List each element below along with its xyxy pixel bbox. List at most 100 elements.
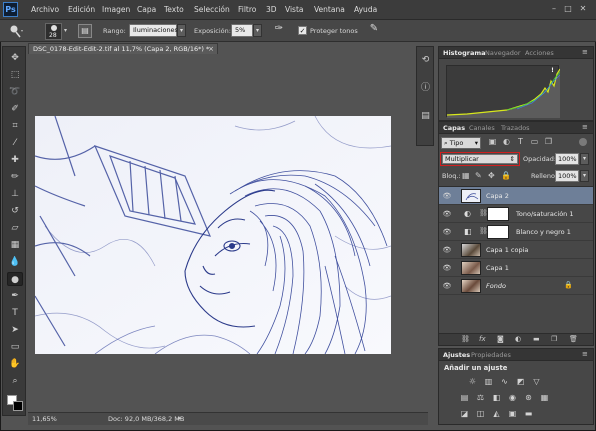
layer-name[interactable]: Capa 2: [486, 192, 509, 200]
blur-tool-icon[interactable]: 💧: [7, 255, 23, 269]
minimize-button[interactable]: –: [549, 4, 559, 14]
exposure-slider-arrow-icon[interactable]: ▾: [253, 24, 262, 37]
menu-edicion[interactable]: Edición: [68, 5, 95, 14]
filter-type-icon[interactable]: T: [515, 137, 526, 148]
new-layer-icon[interactable]: ❐: [551, 335, 557, 343]
menu-vista[interactable]: Vista: [285, 5, 304, 14]
marquee-tool-icon[interactable]: ⬚: [7, 68, 23, 82]
quick-selection-tool-icon[interactable]: ✐: [7, 102, 23, 116]
airbrush-icon[interactable]: ✑: [272, 23, 286, 37]
hand-tool-icon[interactable]: ✋: [7, 357, 23, 371]
fill-input[interactable]: 100%: [555, 170, 579, 182]
opacity-arrow-icon[interactable]: ▾: [580, 153, 589, 165]
menu-capa[interactable]: Capa: [137, 5, 156, 14]
visibility-eye-icon[interactable]: 👁: [442, 209, 452, 219]
fill-arrow-icon[interactable]: ▾: [580, 170, 589, 182]
blend-mode-select[interactable]: Multiplicar ⇕: [442, 154, 518, 164]
menu-imagen[interactable]: Imagen: [102, 5, 130, 14]
type-tool-icon[interactable]: T: [7, 306, 23, 320]
tab-propiedades[interactable]: Propiedades: [471, 351, 511, 359]
new-group-folder-icon[interactable]: ▬: [533, 335, 540, 343]
curves-icon[interactable]: ∿: [499, 377, 510, 387]
close-document-icon[interactable]: ×: [208, 44, 214, 54]
layer-name[interactable]: Capa 1: [486, 264, 509, 272]
layer-name[interactable]: Capa 1 copia: [486, 246, 528, 254]
filter-toggle-icon[interactable]: [579, 138, 587, 146]
opacity-input[interactable]: 100%: [555, 153, 579, 165]
eraser-tool-icon[interactable]: ▱: [7, 221, 23, 235]
menu-filtro[interactable]: Filtro: [238, 5, 256, 14]
clone-stamp-tool-icon[interactable]: ⊥: [7, 187, 23, 201]
histogram-panel-menu-icon[interactable]: ≡: [582, 48, 588, 56]
color-lookup-icon[interactable]: ▦: [539, 393, 550, 403]
info-panel-icon[interactable]: ⓘ: [420, 83, 431, 94]
tab-trazados[interactable]: Trazados: [501, 124, 530, 132]
brush-panel-toggle-icon[interactable]: ▤: [78, 24, 92, 38]
layer-row-blanco-y-negro-1[interactable]: 👁 ◧ ⛓ Blanco y negro 1: [439, 223, 593, 241]
layer-row-capa-1[interactable]: 👁 Capa 1: [439, 259, 593, 277]
history-brush-tool-icon[interactable]: ↺: [7, 204, 23, 218]
menu-texto[interactable]: Texto: [164, 5, 184, 14]
protect-tones-checkbox[interactable]: ✓: [298, 26, 307, 35]
brush-size-picker[interactable]: 28: [45, 23, 62, 40]
link-layers-icon[interactable]: ⛓: [461, 335, 470, 343]
levels-icon[interactable]: ▥: [483, 377, 494, 387]
layer-mask-thumbnail[interactable]: [487, 207, 509, 221]
visibility-eye-icon[interactable]: 👁: [442, 227, 452, 237]
layer-filter-select[interactable]: ⌕ Tipo ▾: [441, 137, 481, 149]
tab-canales[interactable]: Canales: [469, 124, 495, 132]
menu-ayuda[interactable]: Ayuda: [354, 5, 377, 14]
visibility-eye-icon[interactable]: 👁: [442, 263, 452, 273]
layer-row-tono-saturacion-1[interactable]: 👁 ◐ ⛓ Tono/saturación 1: [439, 205, 593, 223]
lock-position-icon[interactable]: ✥: [488, 171, 495, 180]
tab-capas[interactable]: Capas: [443, 124, 465, 132]
lock-all-icon[interactable]: 🔒: [501, 171, 511, 180]
range-select-arrow-icon[interactable]: ▾: [177, 24, 186, 37]
pressure-size-icon[interactable]: ✎: [367, 23, 381, 37]
menu-seleccion[interactable]: Selección: [194, 5, 230, 14]
gradient-tool-icon[interactable]: ▦: [7, 238, 23, 252]
tab-histograma[interactable]: Histograma: [443, 49, 486, 57]
posterize-icon[interactable]: ◫: [475, 409, 486, 419]
vibrance-icon[interactable]: ▽: [531, 377, 542, 387]
add-mask-icon[interactable]: ◙: [497, 335, 504, 343]
layer-name[interactable]: Tono/saturación 1: [516, 210, 574, 218]
status-menu-arrow-icon[interactable]: ▸: [178, 414, 182, 422]
threshold-icon[interactable]: ◭: [491, 409, 502, 419]
tab-ajustes[interactable]: Ajustes: [443, 351, 470, 359]
path-selection-tool-icon[interactable]: ➤: [7, 323, 23, 337]
rectangle-tool-icon[interactable]: ▭: [7, 340, 23, 354]
brightness-contrast-icon[interactable]: ☼: [467, 377, 478, 387]
eyedropper-tool-icon[interactable]: ⁄: [7, 136, 23, 150]
menu-archivo[interactable]: Archivo: [31, 5, 59, 14]
filter-shape-icon[interactable]: ▭: [529, 137, 540, 148]
background-color-swatch[interactable]: [13, 401, 23, 411]
filter-pixel-icon[interactable]: ▣: [487, 137, 498, 148]
filter-adjustment-icon[interactable]: ◐: [501, 137, 512, 148]
close-window-button[interactable]: ✕: [578, 4, 588, 14]
layer-mask-thumbnail[interactable]: [487, 225, 509, 239]
color-balance-icon[interactable]: ⚖: [475, 393, 486, 403]
layer-row-capa-2[interactable]: 👁 Capa 2: [439, 187, 593, 205]
lock-image-icon[interactable]: ✎: [475, 171, 482, 180]
lock-transparent-icon[interactable]: ▦: [462, 171, 470, 180]
channel-mixer-icon[interactable]: ⊛: [523, 393, 534, 403]
invert-icon[interactable]: ◪: [459, 409, 470, 419]
hue-saturation-icon[interactable]: ▤: [459, 393, 470, 403]
menu-3d[interactable]: 3D: [266, 5, 277, 14]
zoom-tool-icon[interactable]: ⌕: [7, 374, 23, 388]
range-select[interactable]: Iluminaciones: [129, 24, 178, 37]
adjustments-panel-menu-icon[interactable]: ≡: [582, 350, 588, 358]
healing-brush-tool-icon[interactable]: ✚: [7, 153, 23, 167]
move-tool-icon[interactable]: ✥: [7, 51, 23, 65]
dodge-tool-preset-icon[interactable]: [6, 23, 24, 39]
dodge-tool-icon[interactable]: ●: [7, 272, 23, 286]
crop-tool-icon[interactable]: ⌗: [7, 119, 23, 133]
zoom-level[interactable]: 11,65%: [32, 415, 57, 423]
visibility-eye-icon[interactable]: 👁: [442, 191, 452, 201]
brush-presets-panel-icon[interactable]: ▤: [420, 111, 431, 122]
menu-ventana[interactable]: Ventana: [314, 5, 345, 14]
lasso-tool-icon[interactable]: ➰: [7, 85, 23, 99]
visibility-eye-icon[interactable]: 👁: [442, 245, 452, 255]
cache-warning-icon[interactable]: !: [548, 67, 557, 76]
